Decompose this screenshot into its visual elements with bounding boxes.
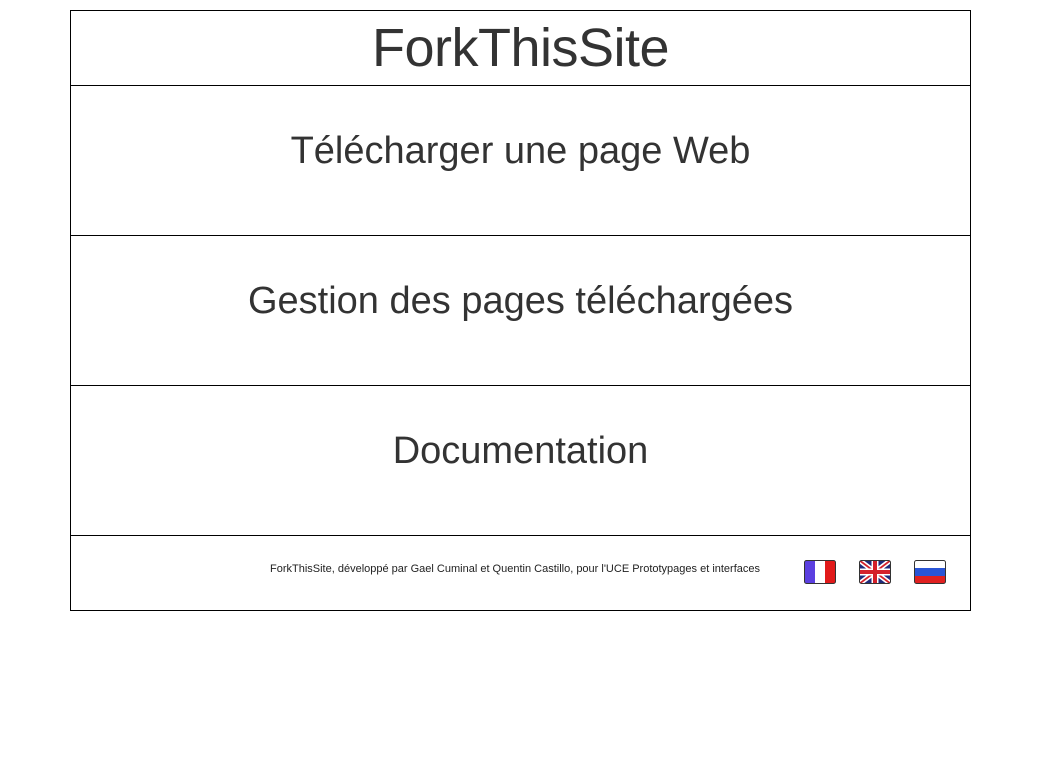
flag-fr-icon[interactable] — [804, 560, 836, 584]
page-title: ForkThisSite — [71, 11, 970, 86]
menu-item-download-page[interactable]: Télécharger une page Web — [71, 86, 970, 236]
footer: ForkThisSite, développé par Gael Cuminal… — [71, 536, 970, 610]
language-selector — [804, 560, 946, 584]
menu-item-documentation[interactable]: Documentation — [71, 386, 970, 536]
page-frame: ForkThisSite Télécharger une page Web Ge… — [70, 10, 971, 611]
flag-uk-icon[interactable] — [859, 560, 891, 584]
footer-credit: ForkThisSite, développé par Gael Cuminal… — [270, 563, 761, 575]
menu-item-manage-pages[interactable]: Gestion des pages téléchargées — [71, 236, 970, 386]
flag-ru-icon[interactable] — [914, 560, 946, 584]
